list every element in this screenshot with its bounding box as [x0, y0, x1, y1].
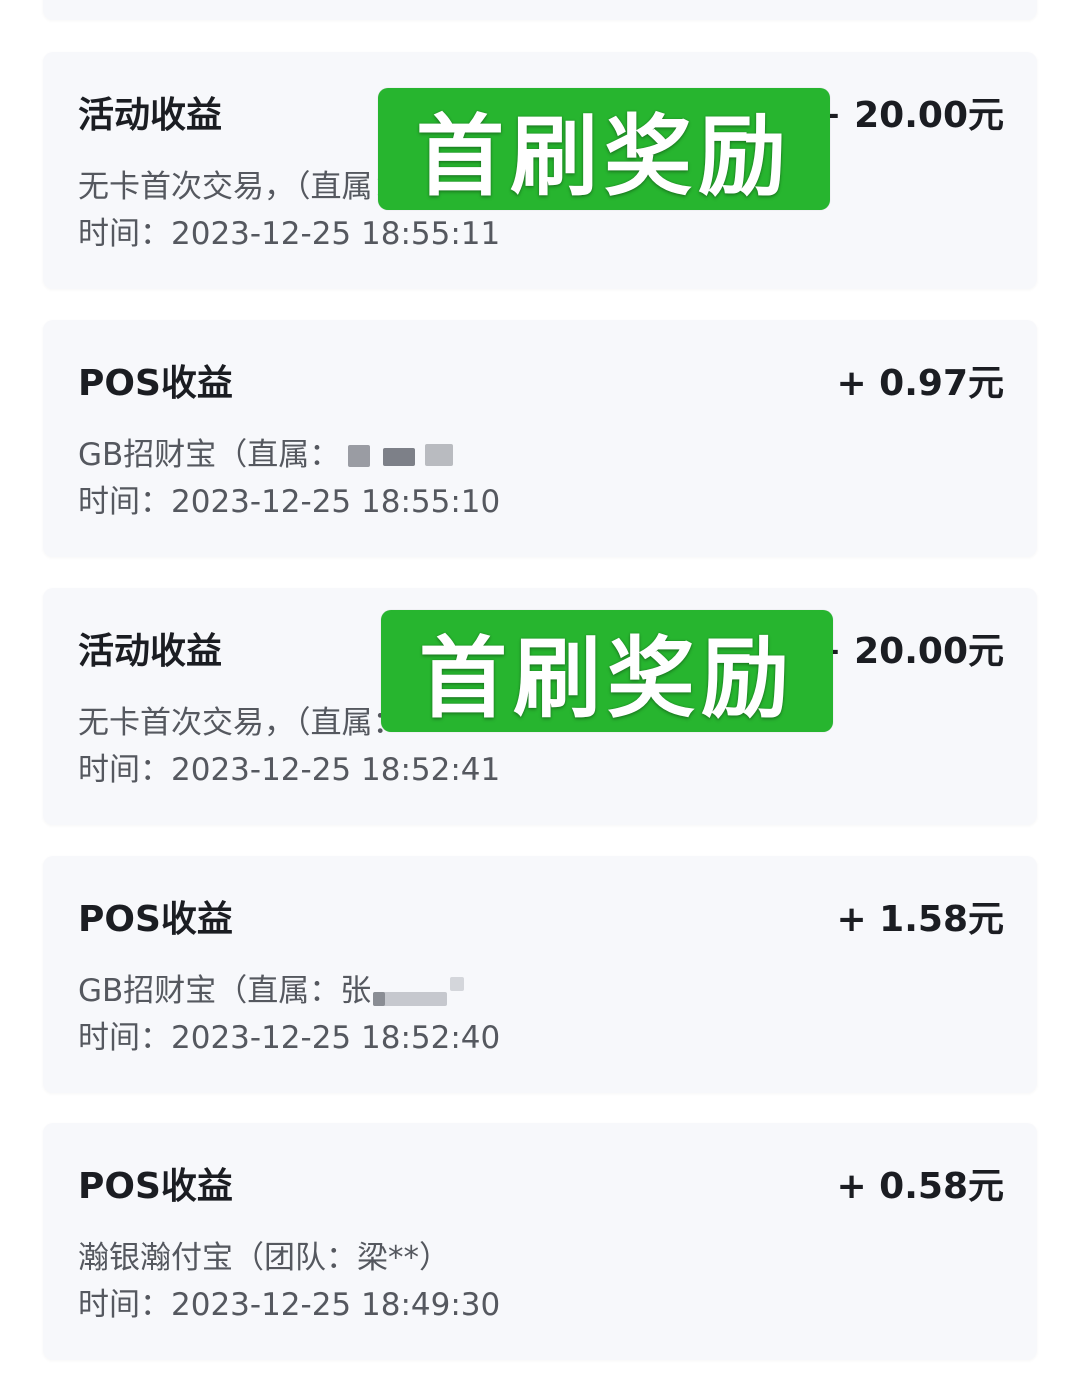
record-time: 时间：2023-12-25 18:55:10	[78, 482, 500, 522]
record-description: 瀚银瀚付宝（团队：梁**）	[78, 1240, 450, 1276]
mosaic-redaction	[425, 444, 453, 466]
time-value: 2023-12-25 18:52:41	[171, 752, 501, 788]
record-card-2[interactable]: POS收益 + 0.97元 GB招财宝（直属： 时间：2023-12-25 18…	[43, 320, 1037, 557]
record-description: GB招财宝（直属：张	[78, 973, 372, 1009]
time-value: 2023-12-25 18:55:11	[171, 216, 501, 252]
record-description: 无卡首次交易，（直属：	[78, 705, 404, 741]
first-swipe-reward-stamp: 首刷奖励	[378, 88, 830, 210]
record-title: POS收益	[78, 363, 233, 404]
record-amount: + 0.58元	[836, 1166, 1004, 1207]
record-amount: + 0.97元	[836, 363, 1004, 404]
mosaic-redaction	[383, 448, 415, 466]
record-title: 活动收益	[78, 95, 223, 136]
first-swipe-reward-stamp: 首刷奖励	[381, 610, 833, 732]
time-label: 时间：	[78, 484, 171, 520]
record-time: 时间：2023-12-25 18:49:30	[78, 1285, 500, 1325]
time-value: 2023-12-25 18:49:30	[171, 1287, 501, 1323]
record-title: 活动收益	[78, 631, 223, 672]
record-card-5[interactable]: POS收益 + 0.58元 瀚银瀚付宝（团队：梁**） 时间：2023-12-2…	[43, 1123, 1037, 1360]
time-label: 时间：	[78, 1020, 171, 1056]
mosaic-redaction	[450, 977, 464, 991]
record-amount: + 20.00元	[811, 631, 1004, 672]
record-description: 无卡首次交易，（直属：	[78, 169, 404, 205]
record-time: 时间：2023-12-25 18:55:11	[78, 214, 500, 254]
record-time: 时间：2023-12-25 18:52:41	[78, 750, 500, 790]
time-label: 时间：	[78, 216, 171, 252]
record-amount: + 20.00元	[811, 95, 1004, 136]
record-time: 时间：2023-12-25 18:52:40	[78, 1018, 500, 1058]
time-label: 时间：	[78, 1287, 171, 1323]
record-description: GB招财宝（直属：	[78, 437, 341, 473]
time-value: 2023-12-25 18:55:10	[171, 484, 501, 520]
time-label: 时间：	[78, 752, 171, 788]
previous-record-card	[43, 0, 1037, 20]
mosaic-redaction	[373, 992, 385, 1006]
record-title: POS收益	[78, 1166, 233, 1207]
mosaic-redaction	[348, 445, 370, 467]
record-card-4[interactable]: POS收益 + 1.58元 GB招财宝（直属：张 时间：2023-12-25 1…	[43, 856, 1037, 1093]
time-value: 2023-12-25 18:52:40	[171, 1020, 501, 1056]
record-amount: + 1.58元	[836, 899, 1004, 940]
record-title: POS收益	[78, 899, 233, 940]
